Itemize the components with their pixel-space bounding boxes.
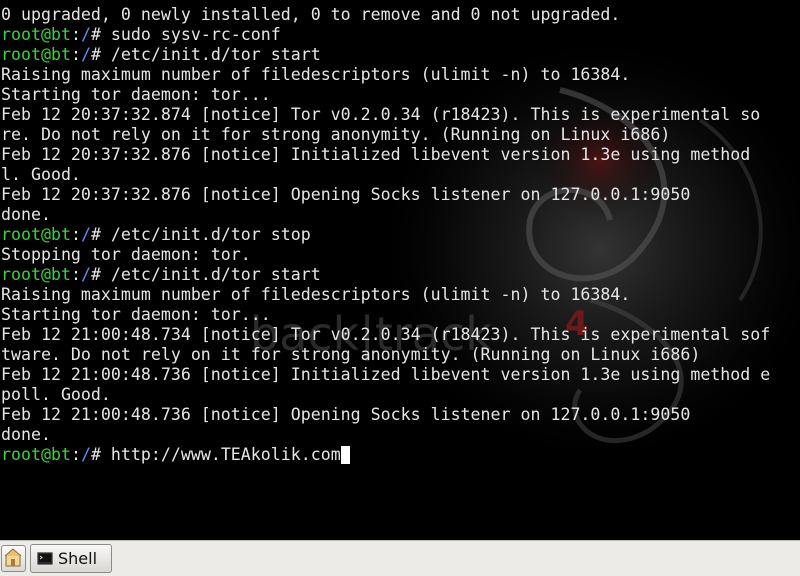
prompt-separator: : xyxy=(70,45,81,64)
text-cursor xyxy=(340,446,350,464)
prompt-symbol: # xyxy=(90,265,111,284)
command-text: /etc/init.d/tor start xyxy=(110,45,321,64)
prompt-symbol: # xyxy=(90,445,111,464)
output-line: l. Good. xyxy=(1,165,81,184)
prompt-user: root@bt xyxy=(1,225,71,244)
prompt-path: / xyxy=(80,445,91,464)
output-line: Feb 12 20:37:32.876 [notice] Opening Soc… xyxy=(1,185,691,204)
prompt-line: root@bt:/# sudo sysv-rc-conf xyxy=(1,25,770,45)
output-line: Feb 12 20:37:32.876 [notice] Initialized… xyxy=(1,145,751,164)
output-line: re. Do not rely on it for strong anonymi… xyxy=(1,125,671,144)
command-text: /etc/init.d/tor stop xyxy=(110,225,311,244)
output-line: done. xyxy=(1,425,51,444)
output-line: Feb 12 21:00:48.736 [notice] Opening Soc… xyxy=(1,405,691,424)
output-line: tware. Do not rely on it for strong anon… xyxy=(1,345,701,364)
prompt-user: root@bt xyxy=(1,445,71,464)
output-line: Feb 12 21:00:48.734 [notice] Tor v0.2.0.… xyxy=(1,325,771,344)
prompt-user: root@bt xyxy=(1,25,71,44)
terminal-icon xyxy=(37,552,53,565)
output-line: Starting tor daemon: tor... xyxy=(1,305,271,324)
prompt-separator: : xyxy=(70,25,81,44)
show-desktop-button[interactable] xyxy=(1,545,26,572)
prompt-user: root@bt xyxy=(1,265,71,284)
output-line: Stopping tor daemon: tor. xyxy=(1,245,251,264)
prompt-line: root@bt:/# http://www.TEAkolik.com xyxy=(1,445,770,465)
command-text: /etc/init.d/tor start xyxy=(110,265,321,284)
home-folder-icon xyxy=(4,548,22,567)
prompt-separator: : xyxy=(70,265,81,284)
prompt-line: root@bt:/# /etc/init.d/tor start xyxy=(1,45,770,65)
prompt-user: root@bt xyxy=(1,45,71,64)
output-line: Feb 12 21:00:48.736 [notice] Initialized… xyxy=(1,365,771,384)
prompt-symbol: # xyxy=(90,25,111,44)
output-line: Feb 12 20:37:32.874 [notice] Tor v0.2.0.… xyxy=(1,105,761,124)
terminal-output: 0 upgraded, 0 newly installed, 0 to remo… xyxy=(1,5,770,465)
output-line: Starting tor daemon: tor... xyxy=(1,85,271,104)
output-line: poll. Good. xyxy=(1,385,111,404)
prompt-path: / xyxy=(80,225,91,244)
prompt-symbol: # xyxy=(90,225,111,244)
taskbar-item-shell[interactable]: Shell xyxy=(30,544,112,573)
command-input[interactable]: http://www.TEAkolik.com xyxy=(111,445,341,464)
prompt-symbol: # xyxy=(90,45,111,64)
taskbar-item-label: Shell xyxy=(58,549,98,568)
output-line: 0 upgraded, 0 newly installed, 0 to remo… xyxy=(1,5,621,24)
prompt-line: root@bt:/# /etc/init.d/tor start xyxy=(1,265,770,285)
terminal-window[interactable]: back|track 4 0 upgraded, 0 newly install… xyxy=(0,0,800,540)
output-line: Raising maximum number of filedescriptor… xyxy=(1,65,631,84)
taskbar: Shell xyxy=(0,540,800,576)
prompt-path: / xyxy=(80,265,91,284)
prompt-path: / xyxy=(80,25,91,44)
output-line: done. xyxy=(1,205,51,224)
prompt-separator: : xyxy=(70,445,81,464)
prompt-path: / xyxy=(80,45,91,64)
prompt-separator: : xyxy=(70,225,81,244)
output-line: Raising maximum number of filedescriptor… xyxy=(1,285,631,304)
command-text: sudo sysv-rc-conf xyxy=(110,25,281,44)
prompt-line: root@bt:/# /etc/init.d/tor stop xyxy=(1,225,770,245)
